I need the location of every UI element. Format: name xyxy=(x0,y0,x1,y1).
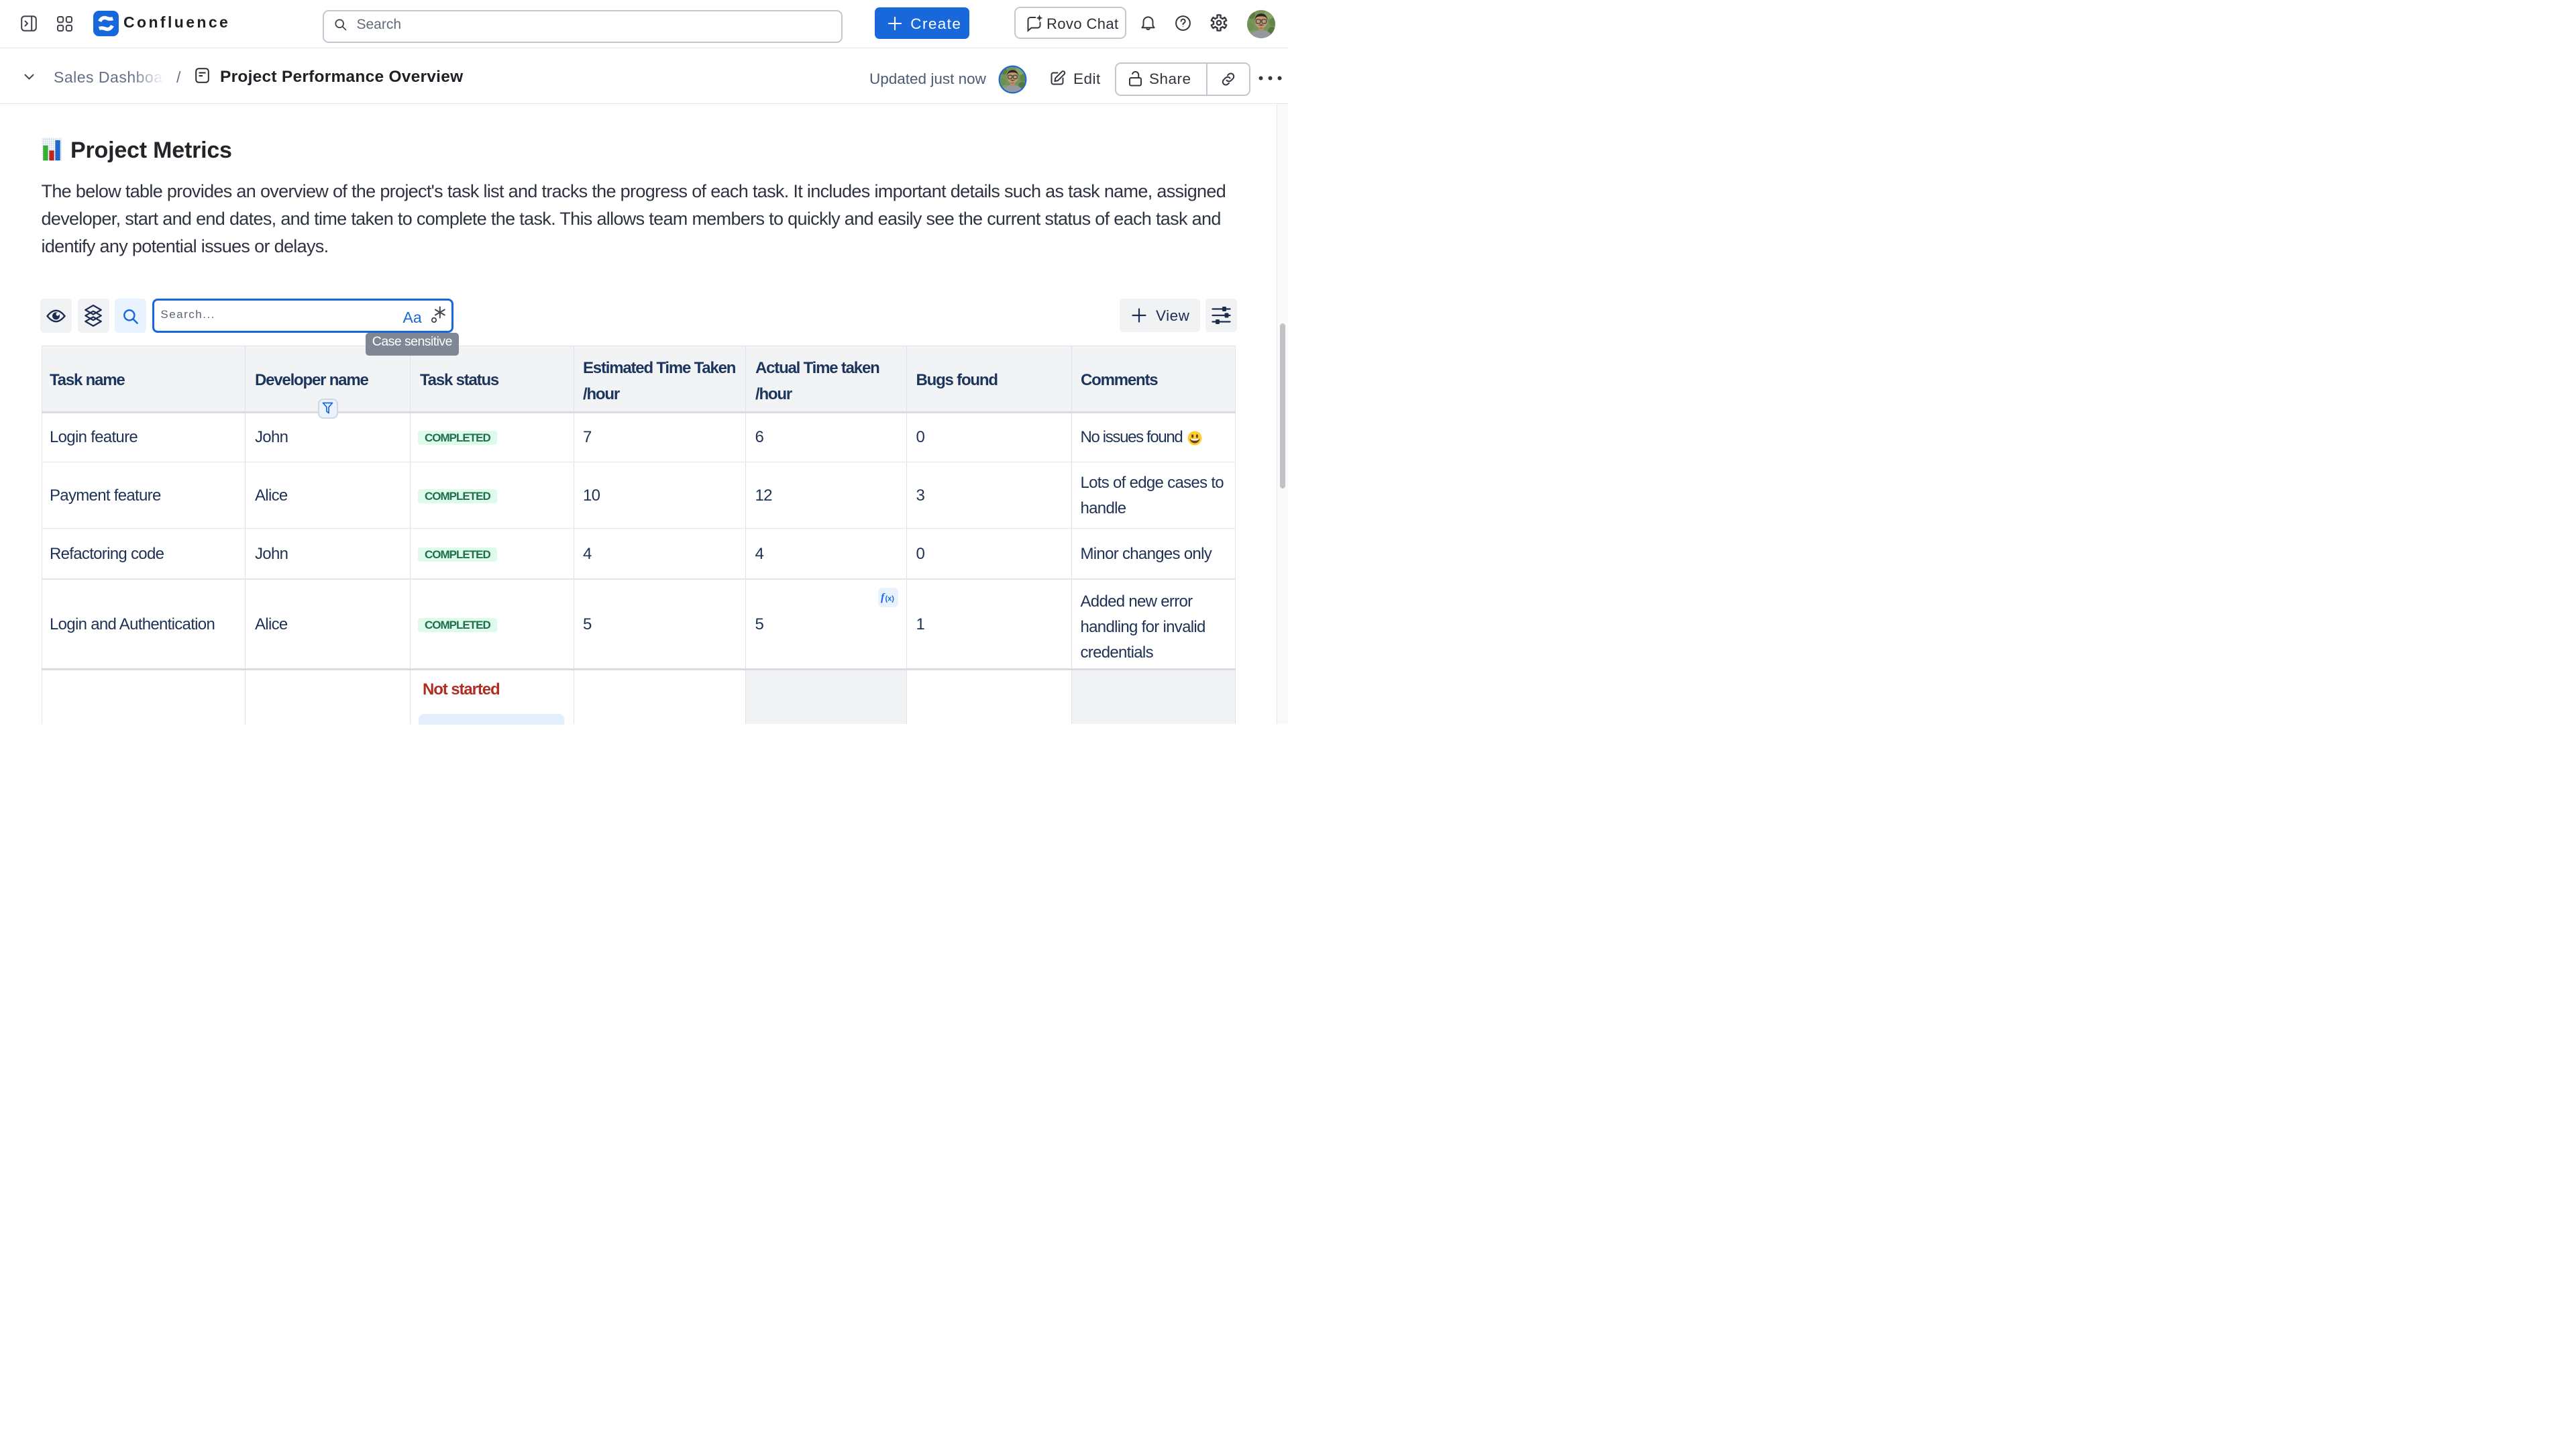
svg-text:(x): (x) xyxy=(885,595,895,603)
